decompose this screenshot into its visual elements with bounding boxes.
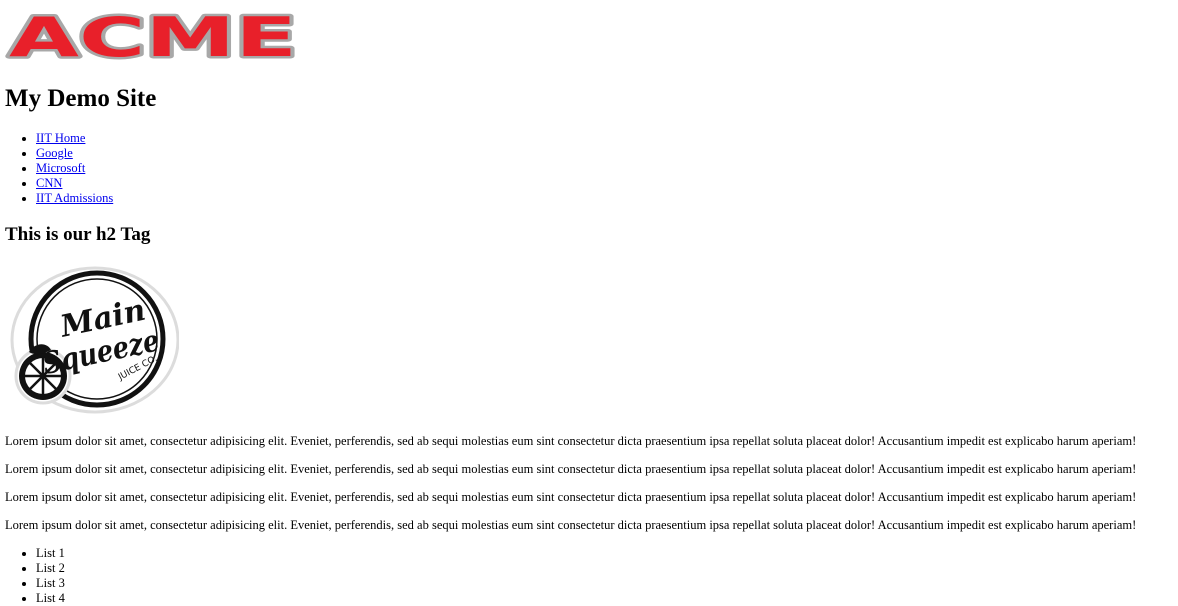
paragraph: Lorem ipsum dolor sit amet, consectetur … <box>5 462 1137 476</box>
nav-link-iit-home[interactable]: IIT Home <box>36 131 85 145</box>
list-item: List 4 <box>36 591 65 606</box>
nav-item: Microsoft <box>36 161 113 176</box>
nav-item: Google <box>36 146 113 161</box>
nav-link-google[interactable]: Google <box>36 146 73 160</box>
nav-link-list: IIT Home Google Microsoft CNN IIT Admiss… <box>5 131 113 206</box>
list-item: List 1 <box>36 546 65 561</box>
main-squeeze-logo: Main Squeeze JUICE CO. <box>10 266 179 414</box>
acme-logo-text: ACME <box>9 7 297 63</box>
bullet-list: List 1 List 2 List 3 List 4 <box>5 546 65 606</box>
list-item: List 2 <box>36 561 65 576</box>
h2-heading: This is our h2 Tag <box>5 224 151 245</box>
paragraph: Lorem ipsum dolor sit amet, consectetur … <box>5 518 1137 532</box>
nav-item: CNN <box>36 176 113 191</box>
nav-link-microsoft[interactable]: Microsoft <box>36 161 85 175</box>
nav-link-cnn[interactable]: CNN <box>36 176 62 190</box>
site-title: My Demo Site <box>5 85 157 112</box>
list-item: List 3 <box>36 576 65 591</box>
paragraph: Lorem ipsum dolor sit amet, consectetur … <box>5 434 1137 448</box>
paragraph-section: Lorem ipsum dolor sit amet, consectetur … <box>5 434 1175 546</box>
nav-link-iit-admissions[interactable]: IIT Admissions <box>36 191 113 205</box>
paragraph: Lorem ipsum dolor sit amet, consectetur … <box>5 490 1137 504</box>
acme-logo: ACME <box>7 7 300 63</box>
nav-item: IIT Home <box>36 131 113 146</box>
nav-item: IIT Admissions <box>36 191 113 206</box>
